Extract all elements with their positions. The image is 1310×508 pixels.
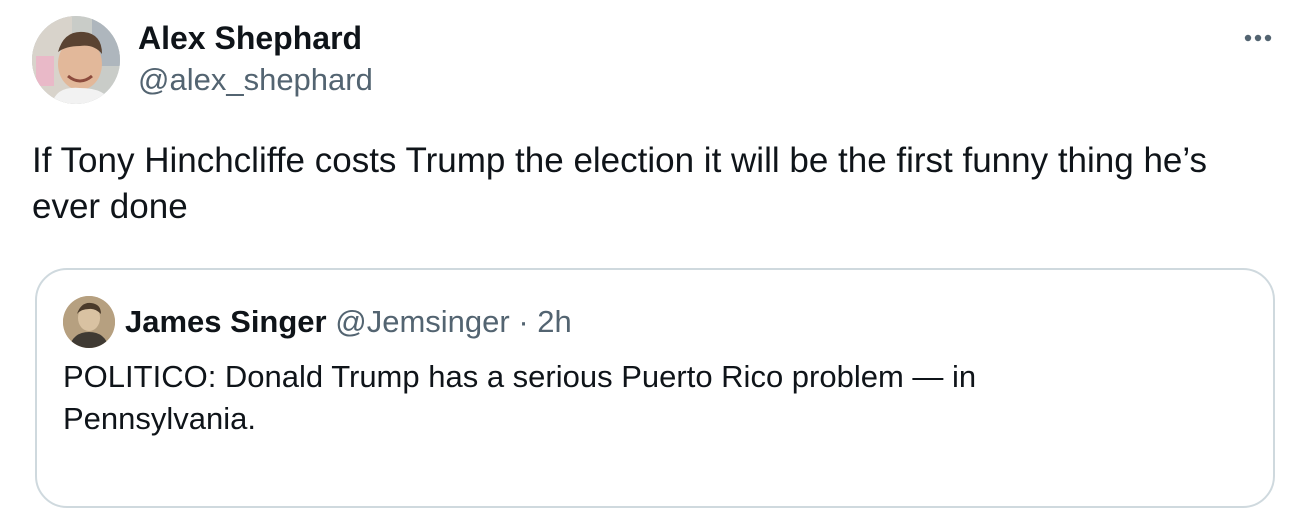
- quoted-tweet-time[interactable]: 2h: [537, 304, 571, 339]
- quoted-tweet-card[interactable]: James Singer @Jemsinger · 2h POLITICO: D…: [35, 268, 1275, 508]
- author-name[interactable]: Alex Shephard: [138, 18, 362, 58]
- quoted-tweet-text: POLITICO: Donald Trump has a serious Pue…: [63, 359, 977, 436]
- quoted-author-name[interactable]: James Singer: [125, 304, 327, 339]
- quoted-tweet-header: James Singer @Jemsinger · 2h: [125, 302, 572, 342]
- quoted-author-handle[interactable]: @Jemsinger: [335, 304, 509, 339]
- tweet: Alex Shephard @alex_shephard If Tony Hin…: [0, 0, 1310, 508]
- tweet-text: If Tony Hinchcliffe costs Trump the elec…: [32, 141, 1208, 226]
- meta-separator: ·: [518, 304, 529, 339]
- author-handle[interactable]: @alex_shephard: [138, 60, 373, 100]
- quoted-author-avatar-image: [63, 296, 115, 348]
- quoted-author-avatar[interactable]: [63, 296, 115, 348]
- author-avatar[interactable]: [32, 16, 120, 104]
- more-horizontal-icon[interactable]: [1236, 22, 1280, 54]
- author-avatar-image: [32, 16, 120, 104]
